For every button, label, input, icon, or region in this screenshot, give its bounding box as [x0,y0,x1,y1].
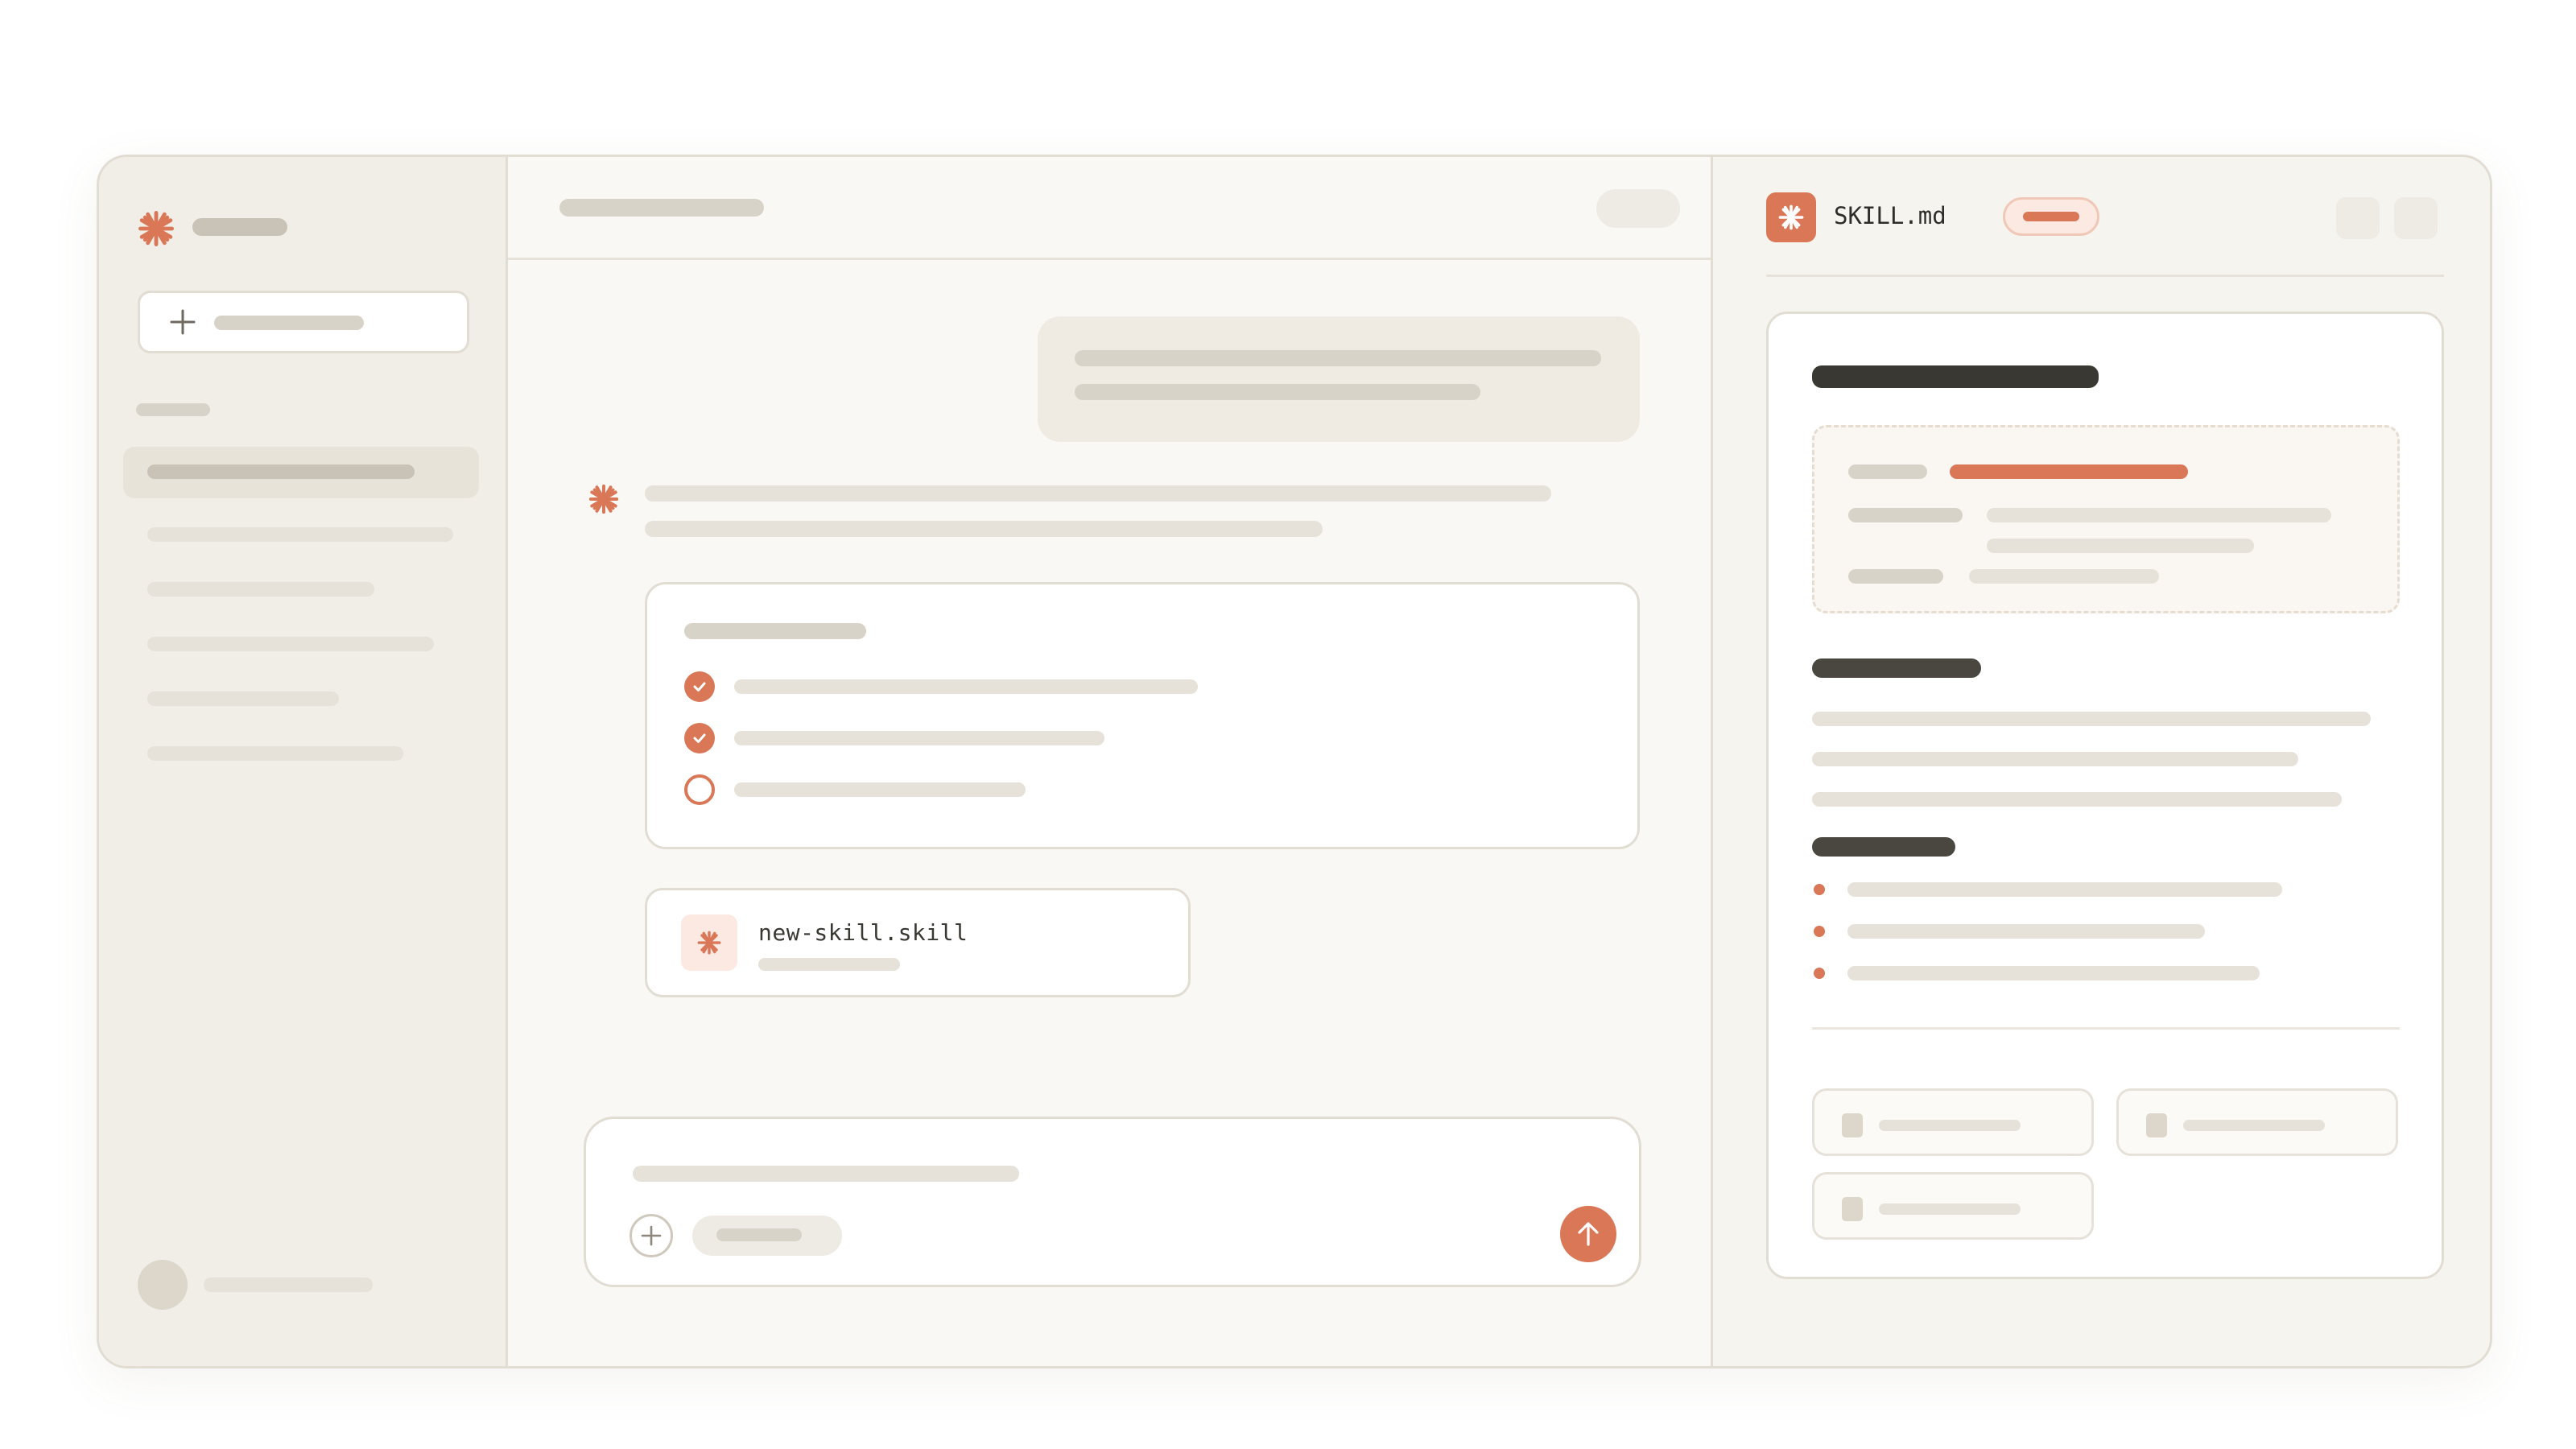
sidebar [99,157,508,1366]
chip-label-placeholder [716,1228,802,1241]
sidebar-item[interactable] [147,637,434,651]
user-message-bubble [1038,316,1640,442]
document-heading [1812,365,2099,388]
sidebar-item-label [147,464,415,479]
section-heading [1812,658,1981,678]
message-line [1075,384,1480,400]
add-attachment-button[interactable] [630,1214,673,1257]
attachment-file-name: new-skill.skill [758,919,968,946]
list-item-line [1847,924,2205,939]
frontmatter-key [1848,569,1943,584]
panel-action-button[interactable] [2336,197,2380,239]
panel-close-button[interactable] [2394,197,2438,239]
check-circle-icon [684,723,715,753]
app-name-placeholder [192,218,287,236]
assistant-message-line [645,521,1323,537]
task-item-line [734,731,1104,745]
frontmatter-value [1987,539,2254,553]
arrow-up-icon [1578,1222,1599,1246]
user-name-placeholder [204,1278,373,1292]
status-badge [2003,197,2099,236]
paragraph-line [1812,712,2371,726]
new-chat-button[interactable] [138,291,469,353]
message-line [1075,350,1601,366]
file-asterisk-icon [681,914,737,971]
asterisk-icon [1766,192,1816,242]
frontmatter-value [1969,569,2159,584]
assistant-asterisk-icon [588,484,619,514]
avatar[interactable] [138,1260,188,1310]
panel-divider [1766,275,2444,277]
plus-icon [641,1225,662,1246]
empty-circle-icon [684,774,715,805]
composer-option-chip[interactable] [692,1216,842,1256]
frontmatter-value [1987,508,2331,522]
sidebar-item[interactable] [147,582,374,597]
task-item-line [734,679,1198,694]
paragraph-line [1812,752,2298,766]
list-item-line [1847,882,2282,897]
app-window: new-skill.skill SKILL.md [97,155,2492,1368]
artifact-panel: SKILL.md [1711,157,2490,1366]
list-item-line [1847,966,2260,980]
task-item-line [734,782,1026,797]
panel-file-title: SKILL.md [1834,202,1946,229]
composer-placeholder-line [633,1166,1019,1182]
plus-icon [170,309,196,335]
bullet-dot [1814,884,1825,895]
sidebar-item[interactable] [147,746,403,761]
message-composer[interactable] [584,1117,1641,1287]
new-chat-label-placeholder [214,316,364,330]
task-list-title-placeholder [684,623,866,639]
reference-file-chip[interactable] [1812,1088,2094,1156]
document-divider [1812,1027,2400,1030]
section-heading-placeholder [136,403,210,416]
check-circle-icon [684,671,715,702]
attachment-file-card[interactable]: new-skill.skill [645,888,1191,997]
chat-title-placeholder [559,199,764,217]
frontmatter-key [1848,464,1927,479]
asterisk-logo-icon [138,211,174,246]
frontmatter-value-highlight [1950,464,2188,479]
sidebar-item[interactable] [147,691,339,706]
file-icon [1842,1197,1863,1221]
task-list-card [645,582,1640,849]
chat-header [508,157,1711,260]
header-action-button[interactable] [1596,189,1680,228]
sidebar-item[interactable] [147,527,453,542]
file-icon [2146,1113,2167,1137]
chat-main: new-skill.skill [508,157,1711,1366]
frontmatter-key [1848,508,1963,522]
section-heading [1812,837,1955,857]
skill-document [1766,312,2444,1279]
send-button[interactable] [1560,1206,1616,1262]
sidebar-item-active[interactable] [123,447,479,498]
attachment-meta-placeholder [758,958,900,971]
bullet-dot [1814,968,1825,979]
reference-file-chip[interactable] [2116,1088,2398,1156]
assistant-message-line [645,485,1551,502]
reference-file-chip[interactable] [1812,1172,2094,1240]
frontmatter-block [1812,425,2400,613]
file-icon [1842,1113,1863,1137]
bullet-dot [1814,926,1825,937]
paragraph-line [1812,792,2342,807]
